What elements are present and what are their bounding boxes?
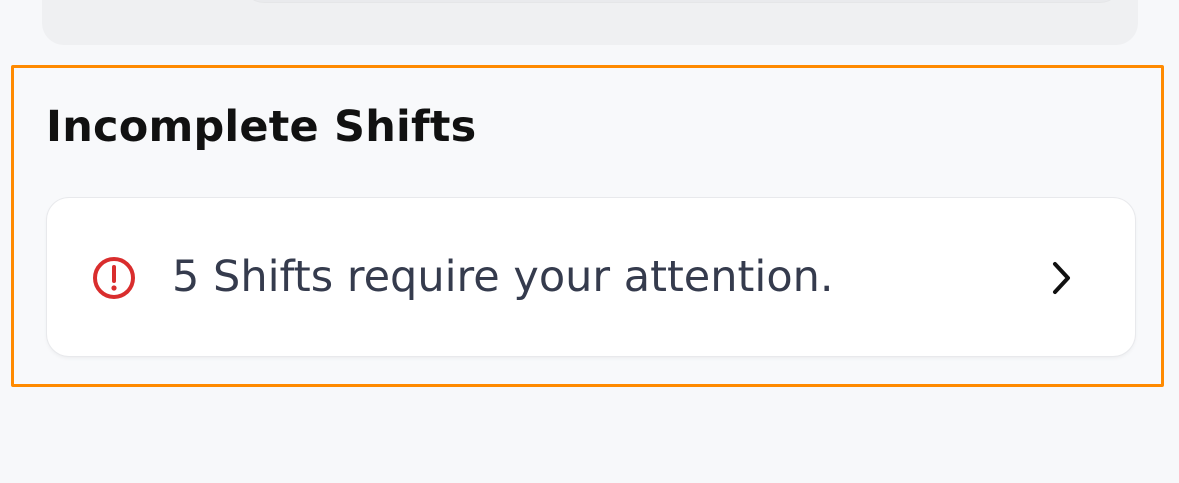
chevron-right-icon xyxy=(1047,258,1075,298)
previous-card-field xyxy=(242,0,1122,2)
alert-circle-icon xyxy=(91,255,137,301)
previous-card xyxy=(42,0,1138,45)
notice-text: 5 Shifts require your attention. xyxy=(172,252,834,302)
incomplete-shifts-notice-button[interactable]: 5 Shifts require your attention. xyxy=(47,198,1135,356)
incomplete-shifts-section: Incomplete Shifts 5 Shifts require your … xyxy=(11,65,1164,387)
section-title: Incomplete Shifts xyxy=(46,102,477,152)
